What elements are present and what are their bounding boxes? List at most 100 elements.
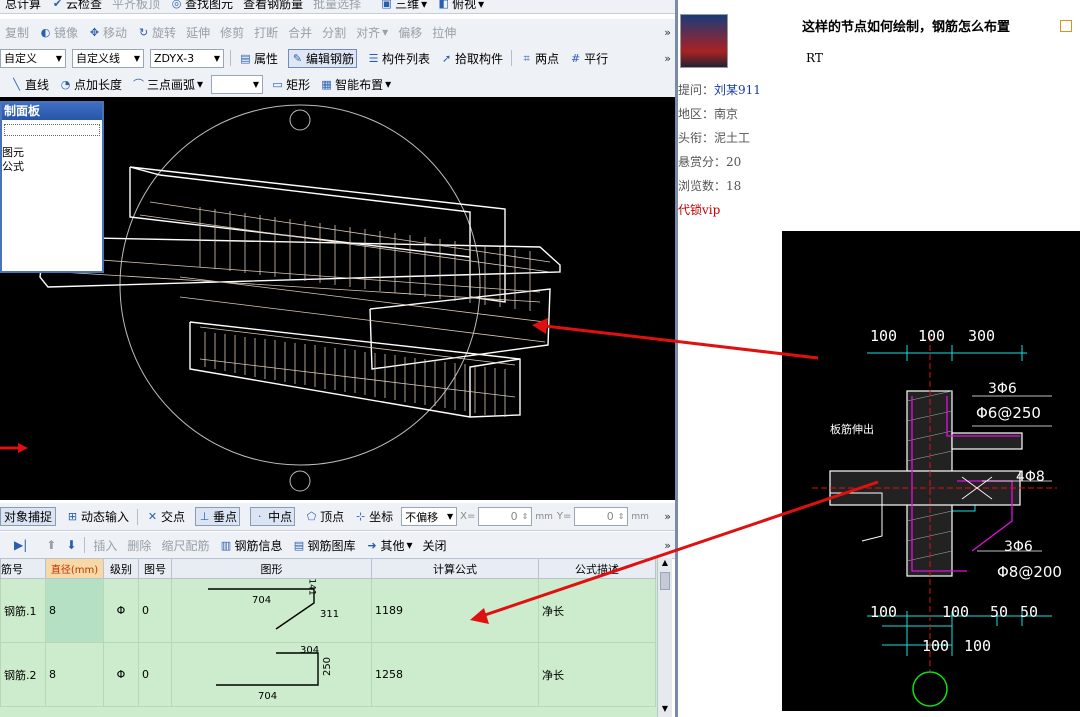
break-button[interactable]: 打断 [254, 24, 278, 41]
scroll-up-icon[interactable]: ▲ [658, 558, 672, 572]
table-row[interactable]: 钢筋.2 8 Φ 0 304 250 704 1258 净长 [0, 642, 656, 707]
delete-button[interactable]: 删除 [127, 537, 151, 554]
y-input[interactable]: 0 ⇕ [574, 507, 629, 526]
rebar-library-button[interactable]: ▤ 钢筋图库 [292, 537, 356, 554]
rotate-button[interactable]: ↻ 旋转 [137, 24, 176, 41]
batch-select-button[interactable]: 批量选择 [313, 0, 361, 12]
object-snap-button[interactable]: 对象捕捉 [0, 507, 57, 526]
view-icon: ◧ [438, 0, 449, 10]
col-name[interactable]: 筋号 [0, 558, 46, 579]
coordinate-button[interactable]: ⊹ 坐标 [354, 508, 393, 525]
col-formula[interactable]: 计算公式 [371, 558, 539, 579]
offset-combo[interactable]: 不偏移 ▼ [401, 507, 458, 526]
properties-button[interactable]: ▤ 属性 [239, 50, 278, 67]
cloud-check-button[interactable]: ✔ 云检查 [51, 0, 102, 12]
shape-dim-a: 704 [252, 595, 272, 606]
scroll-thumb[interactable] [660, 572, 670, 590]
control-panel[interactable]: 制面板 图元 公式 [0, 101, 104, 273]
smart-layout-button[interactable]: ▦ 智能布置 ▾ [320, 76, 391, 93]
avatar[interactable] [680, 14, 728, 68]
overflow-icon[interactable]: » [664, 510, 671, 523]
calc-button[interactable]: 总计算 [5, 0, 41, 12]
scroll-down-icon[interactable]: ▼ [658, 704, 672, 713]
cell-figure-no[interactable]: 0 [138, 578, 172, 643]
properties-icon: ▤ [240, 51, 251, 65]
asker-link[interactable]: 刘某911 [714, 81, 761, 98]
perpendicular-button[interactable]: ⊥ 垂点 [195, 507, 241, 526]
parallel-button[interactable]: # 平行 [569, 50, 608, 67]
rebar-info-button[interactable]: ▥ 钢筋信息 [219, 537, 283, 554]
midpoint-button[interactable]: · 中点 [250, 507, 296, 526]
panel-input[interactable] [4, 124, 100, 136]
cell-diameter[interactable]: 8 [45, 578, 104, 643]
extend-button[interactable]: 延伸 [186, 24, 210, 41]
shape-combo[interactable]: ▼ [211, 74, 264, 94]
cell-formula[interactable]: 1258 [371, 642, 539, 707]
dynamic-input-button[interactable]: ⊞ 动态输入 [66, 508, 129, 525]
element-list-button[interactable]: ☰ 构件列表 [367, 50, 430, 67]
three-point-arc-button[interactable]: ⌒ 三点画弧 ▾ [132, 76, 203, 93]
col-description[interactable]: 公式描述 [538, 558, 656, 579]
cell-shape[interactable]: 704 311 141 [171, 578, 372, 643]
merge-button[interactable]: 合并 [288, 24, 312, 41]
x-input[interactable]: 0 ⇕ [478, 507, 533, 526]
close-button[interactable]: 关闭 [423, 537, 447, 554]
move-down-icon[interactable]: ⬇ [66, 538, 76, 552]
intersection-button[interactable]: ✕ 交点 [146, 508, 185, 525]
title-badge-icon[interactable] [1060, 20, 1072, 32]
copy-button[interactable]: 复制 [5, 24, 29, 41]
point-length-button[interactable]: ◔ 点加长度 [59, 76, 122, 93]
cell-name[interactable]: 钢筋.2 [0, 642, 46, 707]
top-view-button[interactable]: ◧ 俯视 ▾ [437, 0, 484, 12]
list-icon: ☰ [368, 51, 379, 65]
cell-description[interactable]: 净长 [538, 642, 656, 707]
stretch-button[interactable]: 拉伸 [432, 24, 456, 41]
cell-name[interactable]: 钢筋.1 [0, 578, 46, 643]
last-record-icon[interactable]: ▶| [14, 538, 27, 552]
move-button[interactable]: ✥ 移动 [88, 24, 127, 41]
align-top-button[interactable]: 平齐板顶 [112, 0, 160, 12]
type-combo[interactable]: 自定义 ▼ [0, 48, 66, 68]
find-element-button[interactable]: ◎ 查找图元 [170, 0, 233, 12]
vertex-button[interactable]: ⬠ 顶点 [305, 508, 344, 525]
table-row[interactable]: 钢筋.1 8 Φ 0 704 311 141 1189 净长 [0, 578, 656, 643]
scale-rebar-button[interactable]: 缩尺配筋 [161, 537, 209, 554]
cell-formula[interactable]: 1189 [371, 578, 539, 643]
grid-scrollbar[interactable]: ▲ ▼ [657, 558, 672, 717]
offset-button[interactable]: 偏移 [398, 24, 422, 41]
arc-icon: ⌒ [133, 77, 145, 91]
cell-grade[interactable]: Φ [103, 578, 139, 643]
trim-button[interactable]: 修剪 [220, 24, 244, 41]
split-button[interactable]: 分割 [322, 24, 346, 41]
cell-figure-no[interactable]: 0 [138, 642, 172, 707]
cell-diameter[interactable]: 8 [45, 642, 104, 707]
col-figure-no[interactable]: 图号 [138, 558, 172, 579]
mirror-button[interactable]: ◐ 镜像 [39, 24, 78, 41]
move-icon: ✥ [89, 25, 100, 39]
vip-link[interactable]: 代锁vip [678, 201, 720, 218]
col-shape[interactable]: 图形 [171, 558, 372, 579]
line-combo[interactable]: 自定义线 ▼ [72, 48, 144, 68]
overflow-icon[interactable]: » [664, 52, 671, 65]
view-rebar-button[interactable]: 查看钢筋量 [243, 0, 303, 12]
overflow-icon[interactable]: » [664, 539, 671, 552]
rectangle-button[interactable]: ▭ 矩形 [271, 76, 310, 93]
overflow-icon[interactable]: » [664, 26, 671, 39]
rebar-note-4: 3Φ6 [1004, 539, 1033, 555]
line-button[interactable]: ╲ 直线 [10, 76, 49, 93]
3d-view-button[interactable]: ▣ 三维 ▾ [380, 0, 427, 12]
other-button[interactable]: ➜ 其他 ▾ [365, 537, 412, 554]
col-grade[interactable]: 级别 [103, 558, 139, 579]
align-button[interactable]: 对齐 ▾ [356, 24, 388, 41]
cell-shape[interactable]: 304 250 704 [171, 642, 372, 707]
pick-element-button[interactable]: ➚ 拾取构件 [440, 50, 503, 67]
rebar-grid[interactable]: 筋号 直径(mm) 级别 图号 图形 计算公式 公式描述 钢筋.1 8 Φ 0 … [0, 558, 672, 717]
two-points-button[interactable]: ⌗ 两点 [520, 50, 559, 67]
cell-description[interactable]: 净长 [538, 578, 656, 643]
cell-grade[interactable]: Φ [103, 642, 139, 707]
move-up-icon[interactable]: ⬆ [46, 538, 56, 552]
insert-button[interactable]: 插入 [93, 537, 117, 554]
col-diameter[interactable]: 直径(mm) [45, 558, 104, 579]
edit-rebar-button[interactable]: ✎ 编辑钢筋 [288, 48, 358, 68]
element-combo[interactable]: ZDYX-3 ▼ [150, 48, 224, 68]
